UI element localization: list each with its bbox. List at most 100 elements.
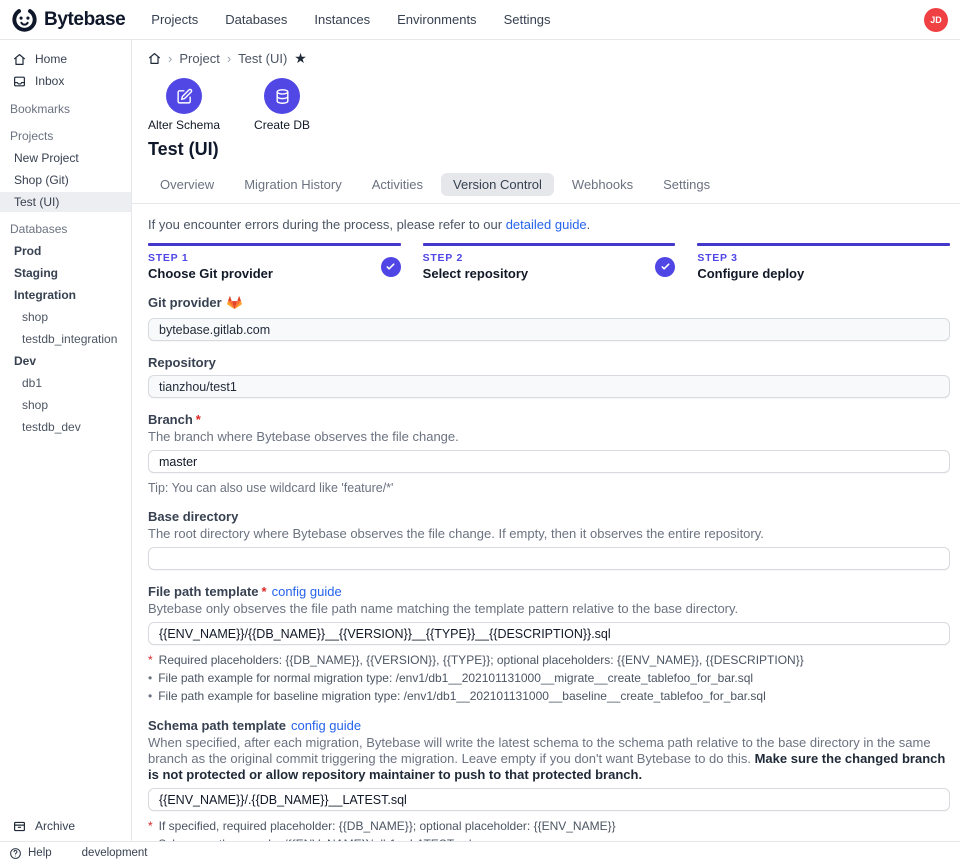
file-path-template-description: Bytebase only observes the file path nam… (148, 601, 950, 617)
sidebar-db-db1[interactable]: db1 (0, 373, 131, 393)
help-button[interactable]: Help (9, 847, 52, 860)
sidebar-env-staging[interactable]: Staging (0, 263, 131, 283)
nav-settings[interactable]: Settings (504, 12, 551, 27)
archive-icon (13, 820, 26, 833)
breadcrumb-test-ui[interactable]: Test (UI) (238, 51, 287, 66)
tab-activities[interactable]: Activities (360, 173, 435, 196)
branch-input[interactable] (148, 450, 950, 473)
step-number: STEP 1 (148, 252, 273, 264)
breadcrumb: › Project › Test (UI) ★ (148, 50, 950, 66)
nav-projects[interactable]: Projects (151, 12, 198, 27)
schema-path-template-label: Schema path templateconfig guide (148, 718, 950, 733)
branch-description: The branch where Bytebase observes the f… (148, 429, 950, 445)
database-icon (264, 78, 300, 114)
create-db-button[interactable]: Create DB (254, 78, 310, 132)
tab-settings[interactable]: Settings (651, 173, 722, 196)
step-title: Choose Git provider (148, 266, 273, 281)
step-3: STEP 3 Configure deploy (697, 243, 950, 281)
file-path-template-field-group: File path template*config guide Bytebase… (148, 584, 950, 704)
sidebar: Home Inbox Bookmarks Projects New Projec… (0, 40, 132, 841)
branch-tip: Tip: You can also use wildcard like 'fea… (148, 481, 950, 495)
git-provider-input[interactable] (148, 318, 950, 341)
step-title: Select repository (423, 266, 529, 281)
step-done-check-icon (655, 257, 675, 277)
breadcrumb-separator: › (227, 51, 231, 66)
step-bar (423, 243, 676, 246)
note-required-placeholders: * Required placeholders: {{DB_NAME}}, {{… (148, 652, 950, 668)
alter-schema-button[interactable]: Alter Schema (148, 78, 220, 132)
help-label: Help (28, 847, 52, 859)
top-nav: Bytebase Projects Databases Instances En… (0, 0, 960, 40)
branch-field-group: Branch* The branch where Bytebase observ… (148, 412, 950, 495)
edit-icon (166, 78, 202, 114)
tab-version-control[interactable]: Version Control (441, 173, 554, 196)
file-path-template-label: File path template*config guide (148, 584, 950, 599)
tab-bar: Overview Migration History Activities Ve… (132, 173, 960, 204)
note-schema-path-example: • Schema path example: /{{ENV_NAME}}/.db… (148, 836, 950, 841)
tab-overview[interactable]: Overview (148, 173, 226, 196)
note-baseline-migration-example: • File path example for baseline migrati… (148, 688, 950, 704)
user-avatar[interactable]: JD (924, 8, 948, 32)
sidebar-item-label: Home (35, 52, 67, 66)
git-provider-field-group: Git provider (148, 295, 950, 341)
base-directory-input[interactable] (148, 547, 950, 570)
error-notice: If you encounter errors during the proce… (148, 217, 950, 232)
bytebase-logo-icon (12, 7, 37, 32)
repository-label: Repository (148, 355, 950, 370)
sidebar-item-shop-git[interactable]: Shop (Git) (0, 170, 131, 190)
breadcrumb-home-icon[interactable] (148, 52, 161, 65)
tab-webhooks[interactable]: Webhooks (560, 173, 645, 196)
sidebar-item-archive[interactable]: Archive (0, 815, 131, 837)
step-1: STEP 1 Choose Git provider (148, 243, 401, 281)
sidebar-env-dev[interactable]: Dev (0, 351, 131, 371)
repository-field-group: Repository (148, 355, 950, 398)
quick-action-label: Alter Schema (148, 118, 220, 132)
sidebar-item-inbox[interactable]: Inbox (0, 70, 131, 92)
file-path-config-guide-link[interactable]: config guide (272, 584, 342, 599)
help-icon (9, 847, 22, 860)
file-path-template-notes: * Required placeholders: {{DB_NAME}}, {{… (148, 652, 950, 704)
schema-path-template-field-group: Schema path templateconfig guide When sp… (148, 718, 950, 841)
sidebar-env-prod[interactable]: Prod (0, 241, 131, 261)
schema-path-config-guide-link[interactable]: config guide (291, 718, 361, 733)
sidebar-db-testdb-integration[interactable]: testdb_integration (0, 329, 131, 349)
sidebar-item-label: Inbox (35, 74, 64, 88)
step-bar (148, 243, 401, 246)
repository-input[interactable] (148, 375, 950, 398)
sidebar-item-home[interactable]: Home (0, 48, 131, 70)
step-2: STEP 2 Select repository (423, 243, 676, 281)
nav-databases[interactable]: Databases (225, 12, 287, 27)
gitlab-icon (227, 298, 242, 313)
sidebar-env-integration[interactable]: Integration (0, 285, 131, 305)
nav-environments[interactable]: Environments (397, 12, 476, 27)
sidebar-item-label: Archive (35, 819, 75, 833)
sidebar-item-test-ui[interactable]: Test (UI) (0, 192, 131, 212)
step-number: STEP 3 (697, 252, 804, 264)
tab-migration-history[interactable]: Migration History (232, 173, 354, 196)
sidebar-section-bookmarks: Bookmarks (0, 99, 131, 119)
sidebar-section-projects: Projects (0, 126, 131, 146)
file-path-template-input[interactable] (148, 622, 950, 645)
bytebase-logo[interactable]: Bytebase (12, 7, 125, 32)
sidebar-db-testdb-dev[interactable]: testdb_dev (0, 417, 131, 437)
step-done-check-icon (381, 257, 401, 277)
note-normal-migration-example: • File path example for normal migration… (148, 670, 950, 686)
base-directory-field-group: Base directory The root directory where … (148, 509, 950, 570)
detailed-guide-link[interactable]: detailed guide (506, 217, 587, 232)
vcs-config-form: Git provider Repository Branch* The bran… (148, 295, 950, 841)
sidebar-item-new-project[interactable]: New Project (0, 148, 131, 168)
nav-instances[interactable]: Instances (314, 12, 370, 27)
schema-path-template-input[interactable] (148, 788, 950, 811)
required-asterisk: * (196, 412, 201, 427)
note-schema-required-placeholder: * If specified, required placeholder: {{… (148, 818, 950, 834)
favorite-star-icon[interactable]: ★ (294, 51, 307, 65)
sidebar-db-shop-integration[interactable]: shop (0, 307, 131, 327)
breadcrumb-project[interactable]: Project (179, 51, 219, 66)
page-title: Test (UI) (148, 139, 950, 161)
brand-name: Bytebase (44, 9, 125, 31)
step-number: STEP 2 (423, 252, 529, 264)
sidebar-section-databases: Databases (0, 219, 131, 239)
notice-suffix: . (587, 217, 591, 232)
sidebar-db-shop-dev[interactable]: shop (0, 395, 131, 415)
breadcrumb-separator: › (168, 51, 172, 66)
